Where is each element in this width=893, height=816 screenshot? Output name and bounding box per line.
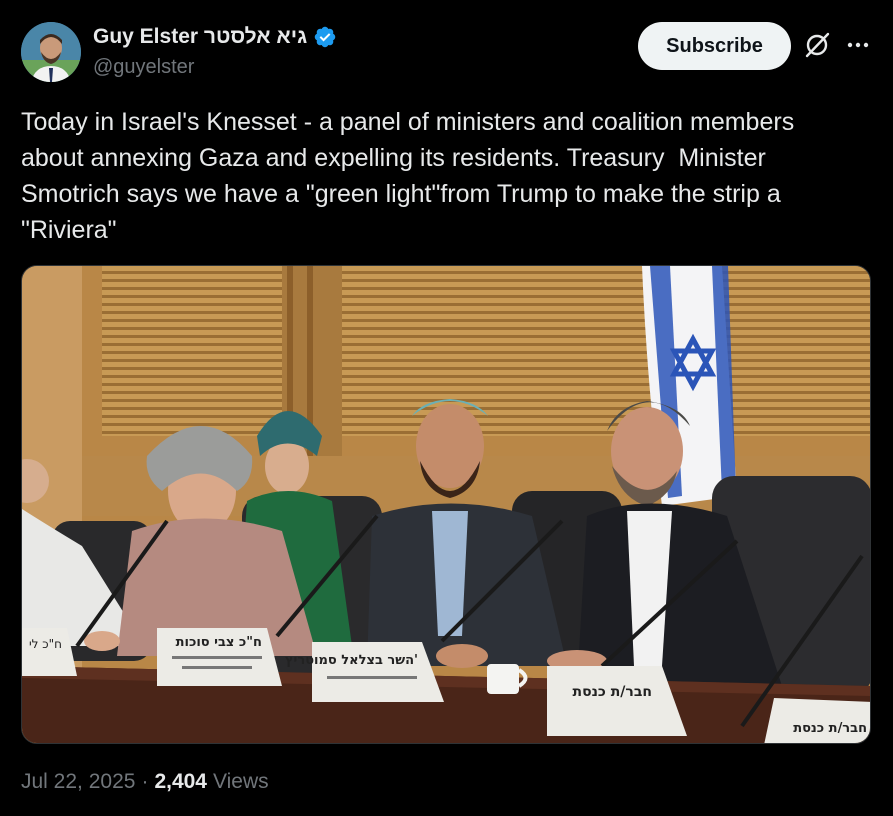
views-label: Views xyxy=(213,770,269,793)
svg-text:השר בצלאל סמוטריץ': השר בצלאל סמוטריץ' xyxy=(285,653,418,668)
author-avatar[interactable] xyxy=(21,22,81,82)
author-display-name[interactable]: Guy Elster גיא אלסטר xyxy=(93,25,307,49)
knesset-panel-photo: ח"כ לי ח"כ צבי סוכות השר בצלאל סמוטריץ' … xyxy=(22,266,870,743)
avatar-image xyxy=(21,22,81,82)
tweet-date[interactable]: Jul 22, 2025 xyxy=(21,770,135,794)
placard-2: ח"כ צבי סוכות xyxy=(157,628,282,686)
meta-separator: · xyxy=(141,770,149,793)
tweet-meta: Jul 22, 2025 · 2,404 Views xyxy=(21,770,269,794)
svg-text:חבר/ת כנסת: חבר/ת כנסת xyxy=(793,721,867,736)
svg-text:ח"כ לי: ח"כ לי xyxy=(29,637,62,651)
more-dots-icon[interactable] xyxy=(845,34,871,56)
tweet-text: Today in Israel's Knesset - a panel of m… xyxy=(21,108,795,244)
grok-slash-circle-icon[interactable] xyxy=(803,31,831,59)
author-handle[interactable]: @guyelster xyxy=(93,56,194,79)
svg-text:ח"כ צבי סוכות: ח"כ צבי סוכות xyxy=(176,635,262,650)
views-count: 2,404 xyxy=(154,770,207,793)
subscribe-button[interactable]: Subscribe xyxy=(638,22,791,70)
author-name-row[interactable]: Guy Elster גיא אלסטר xyxy=(93,24,337,50)
placard-5: חבר/ת כנסת xyxy=(764,698,870,743)
tweet-photo[interactable]: ח"כ לי ח"כ צבי סוכות השר בצלאל סמוטריץ' … xyxy=(21,265,871,744)
verified-badge-icon[interactable] xyxy=(313,25,337,49)
svg-text:חבר/ת כנסת: חבר/ת כנסת xyxy=(573,684,653,700)
